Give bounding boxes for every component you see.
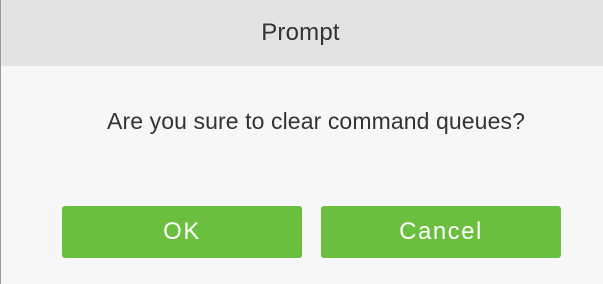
dialog-message: Are you sure to clear command queues? — [107, 108, 525, 134]
prompt-dialog: Prompt Are you sure to clear command que… — [0, 0, 603, 284]
ok-button[interactable]: OK — [62, 206, 302, 258]
dialog-title: Prompt — [261, 19, 340, 46]
dialog-title-bar: Prompt — [1, 0, 603, 66]
cancel-button[interactable]: Cancel — [321, 206, 561, 258]
